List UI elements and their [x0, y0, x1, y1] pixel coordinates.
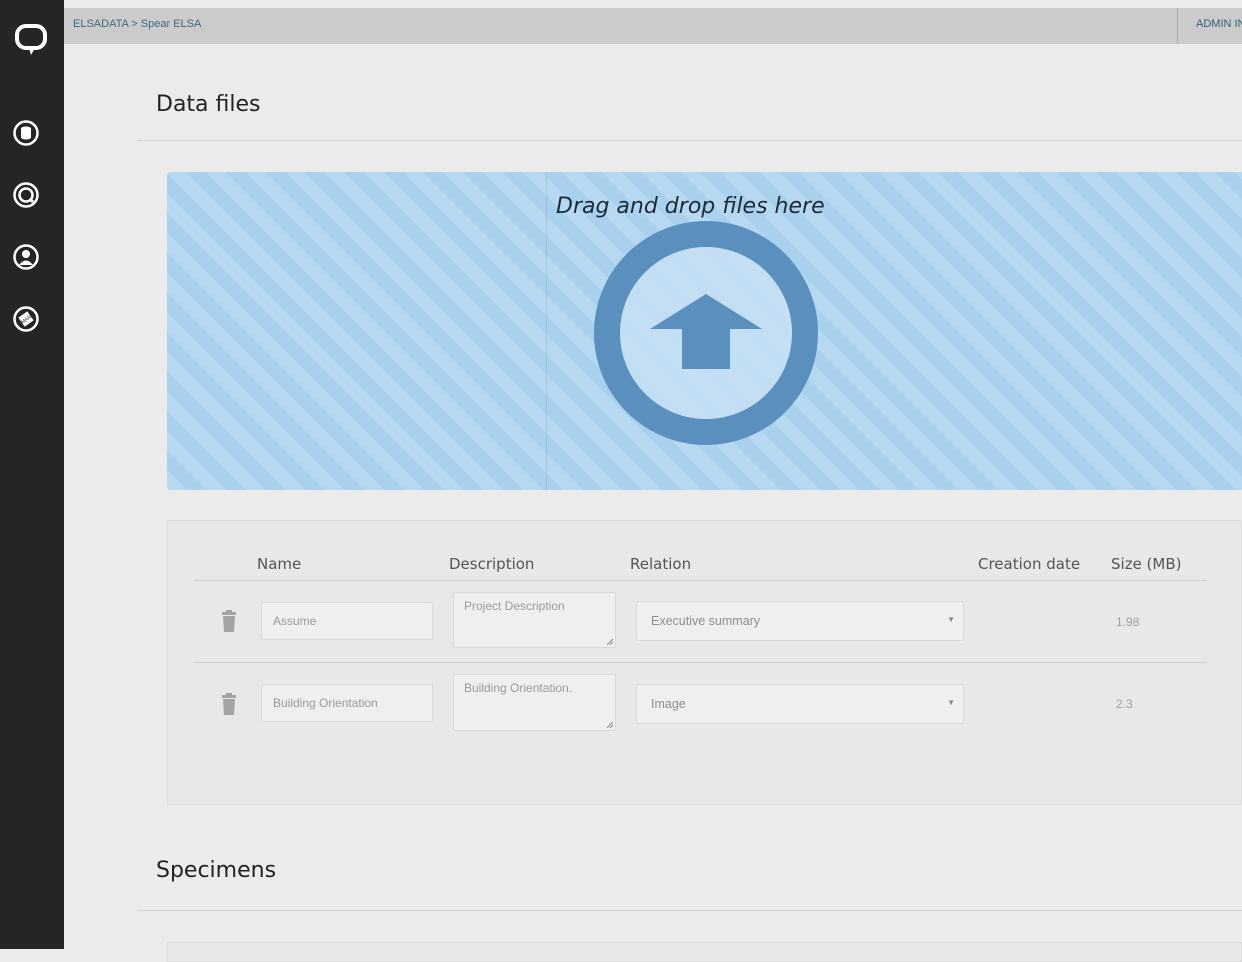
- section-divider: [137, 140, 1242, 141]
- section-divider: [137, 910, 1242, 911]
- user-icon[interactable]: [13, 244, 39, 270]
- column-header-size: Size (MB): [1111, 555, 1182, 573]
- file-name-input[interactable]: Assume: [261, 602, 433, 640]
- dropzone-text: Drag and drop files here: [556, 194, 825, 219]
- data-files-title: Data files: [156, 92, 261, 117]
- file-dropzone[interactable]: Drag and drop files here: [167, 172, 1242, 490]
- relation-selected-value: Image: [651, 697, 686, 711]
- column-header-creation-date: Creation date: [978, 555, 1081, 573]
- dropdown-caret-icon: ▼: [947, 615, 955, 624]
- relation-selected-value: Executive summary: [651, 614, 761, 628]
- description-text: Project Description: [464, 599, 565, 613]
- logo-chat-icon[interactable]: [14, 21, 50, 57]
- delete-file-icon[interactable]: [220, 610, 238, 632]
- column-header-relation: Relation: [630, 555, 692, 573]
- admin-interface-link[interactable]: ADMIN INTERFACE: [1196, 18, 1242, 30]
- delete-file-icon[interactable]: [220, 693, 238, 715]
- top-bar: ELSADATA > Spear ELSA ADMIN INTERFACE: [64, 8, 1242, 44]
- breadcrumb[interactable]: ELSADATA > Spear ELSA: [73, 18, 201, 30]
- resize-grip-icon[interactable]: [606, 638, 613, 645]
- topbar-divider: [1177, 8, 1178, 44]
- file-name-input[interactable]: Building Orientation: [261, 684, 433, 722]
- dropzone-divider: [546, 172, 547, 490]
- column-header-description: Description: [449, 555, 535, 573]
- database-icon[interactable]: [13, 120, 39, 146]
- manual-icon[interactable]: MAN: [13, 306, 39, 332]
- search-icon[interactable]: [13, 182, 39, 208]
- files-table: Name Description Relation Creation date …: [167, 520, 1242, 805]
- specimens-panel: [167, 942, 1242, 962]
- resize-grip-icon[interactable]: [606, 721, 613, 728]
- relation-select[interactable]: Image ▼: [636, 684, 964, 724]
- relation-select[interactable]: Executive summary ▼: [636, 601, 964, 641]
- sidebar: MAN: [0, 0, 64, 949]
- description-text: Building Orientation.: [464, 681, 573, 695]
- dropdown-caret-icon: ▼: [947, 698, 955, 707]
- header-divider: [194, 580, 1207, 581]
- file-description-textarea[interactable]: Building Orientation.: [453, 674, 616, 731]
- file-size: 1.98: [1116, 615, 1140, 629]
- upload-arrow-icon: [593, 220, 819, 446]
- specimens-title: Specimens: [156, 858, 277, 883]
- column-header-name: Name: [257, 555, 302, 573]
- file-size: 2.3: [1116, 697, 1133, 711]
- row-divider: [194, 662, 1207, 663]
- file-description-textarea[interactable]: Project Description: [453, 592, 616, 648]
